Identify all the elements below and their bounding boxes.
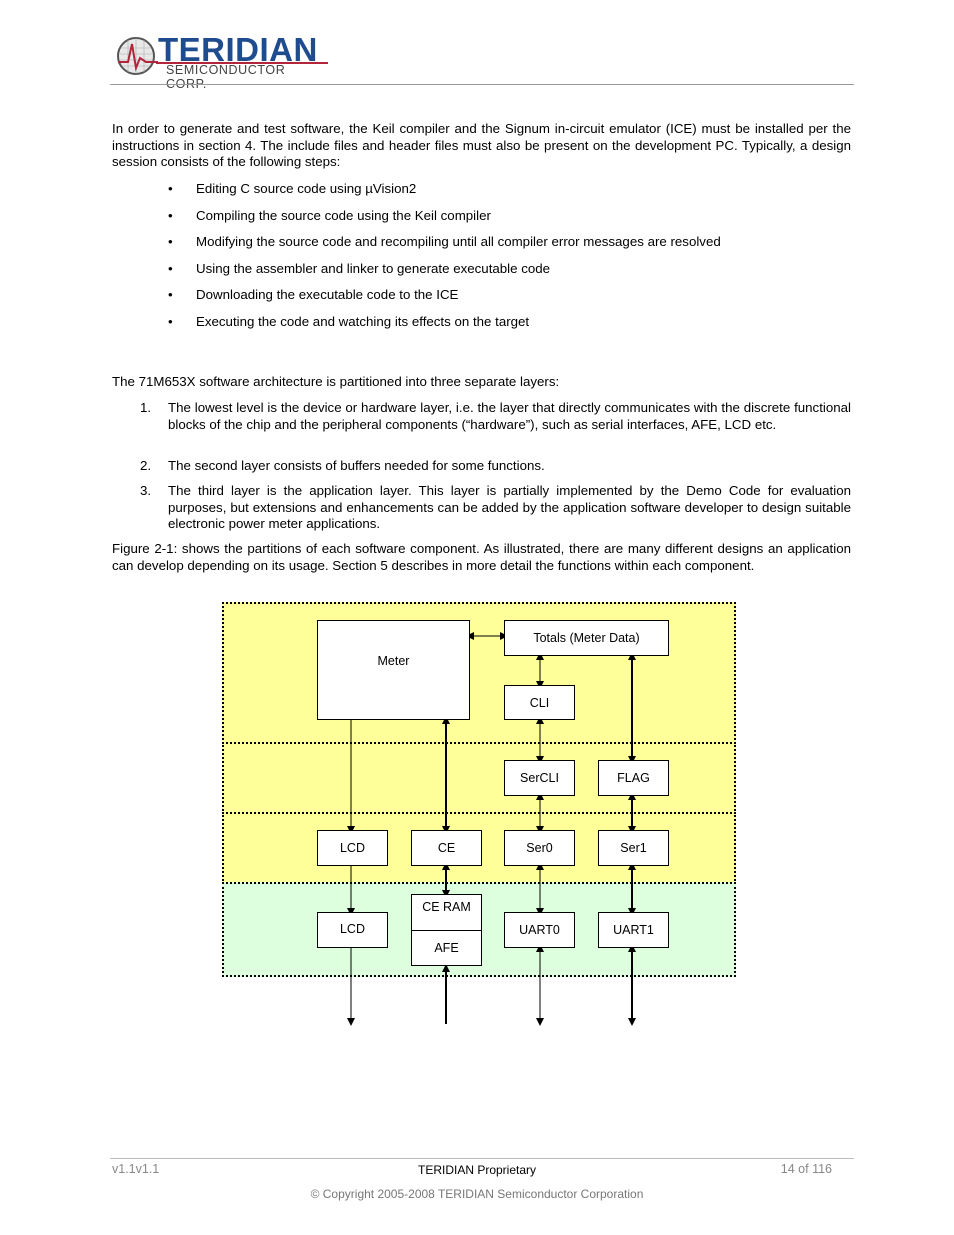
- block-label: LCD: [339, 921, 365, 936]
- ser0-block: Ser0: [504, 830, 575, 866]
- bullet-icon: •: [168, 234, 173, 249]
- block-label: CE: [437, 841, 456, 855]
- bullet-icon: •: [168, 208, 173, 223]
- ser1-block: Ser1: [598, 830, 669, 866]
- afe-block: AFE: [411, 930, 482, 966]
- block-label: LCD: [339, 841, 365, 855]
- list-text: The third layer is the application layer…: [168, 483, 851, 532]
- ce-block: CE: [411, 830, 482, 866]
- list-text: The second layer consists of buffers nee…: [168, 458, 545, 473]
- intro-paragraph: In order to generate and test software, …: [112, 121, 851, 170]
- step-text: Executing the code and watching its effe…: [196, 314, 530, 329]
- waveform-globe-icon: [117, 37, 158, 75]
- block-label: Meter: [377, 654, 410, 668]
- flag-block: FLAG: [598, 760, 669, 796]
- bullet-icon: •: [168, 314, 173, 329]
- layer-list-item: 2. The second layer consists of buffers …: [140, 458, 851, 475]
- block-label: AFE: [434, 941, 459, 955]
- footer-copyright: © Copyright 2005-2008 TERIDIAN Semicondu…: [310, 1187, 644, 1201]
- list-number: 1.: [140, 400, 152, 415]
- list-number: 3.: [140, 483, 152, 498]
- block-label: UART1: [613, 923, 654, 937]
- software-architecture-diagram: Meter Totals (Meter Data) CLI SerCLI FLA…: [222, 602, 742, 1027]
- block-label: SerCLI: [520, 771, 559, 785]
- teridian-logo: TERIDIAN SEMICONDUCTOR CORP.: [116, 32, 328, 91]
- meter-block: Meter: [317, 620, 470, 720]
- uart0-block: UART0: [504, 912, 575, 948]
- sercli-block: SerCLI: [504, 760, 575, 796]
- cli-block: CLI: [504, 685, 575, 720]
- bullet-icon: •: [168, 261, 173, 276]
- block-label: Totals (Meter Data): [533, 631, 640, 645]
- header-divider: [110, 84, 854, 85]
- block-label: Ser1: [620, 841, 647, 855]
- layer-list-item: 3. The third layer is the application la…: [140, 483, 851, 533]
- figure-paragraph: Figure 2-1: shows the partitions of each…: [112, 541, 851, 573]
- footer-page-number: 14 of 116: [780, 1162, 832, 1176]
- layer-list-item: 1. The lowest level is the device or har…: [140, 400, 851, 433]
- list-number: 2.: [140, 458, 152, 473]
- step-text: Downloading the executable code to the I…: [196, 287, 459, 302]
- block-label: Ser0: [526, 841, 553, 855]
- step-text: Modifying the source code and recompilin…: [196, 234, 721, 249]
- architecture-intro: The 71M653X software architecture is par…: [112, 374, 560, 389]
- block-label: FLAG: [617, 771, 650, 785]
- list-text: The lowest level is the device or hardwa…: [168, 400, 851, 432]
- lcd-driver-block: LCD: [317, 830, 388, 866]
- block-label: CLI: [529, 695, 550, 710]
- step-text: Editing C source code using µVision2: [196, 181, 417, 196]
- totals-block: Totals (Meter Data): [504, 620, 669, 656]
- connector-lines: [347, 632, 636, 1026]
- step-text: Compiling the source code using the Keil…: [196, 208, 491, 223]
- block-label: UART0: [519, 923, 560, 937]
- ce-ram-block: CE RAM: [411, 894, 482, 931]
- lcd-hardware-block: LCD: [317, 912, 388, 948]
- bullet-icon: •: [168, 181, 173, 196]
- block-label: CE RAM: [422, 899, 471, 914]
- logo-subtitle: SEMICONDUCTOR CORP.: [166, 63, 286, 91]
- footer-divider: [110, 1158, 854, 1159]
- step-text: Using the assembler and linker to genera…: [196, 261, 551, 276]
- bullet-icon: •: [168, 287, 173, 302]
- uart1-block: UART1: [598, 912, 669, 948]
